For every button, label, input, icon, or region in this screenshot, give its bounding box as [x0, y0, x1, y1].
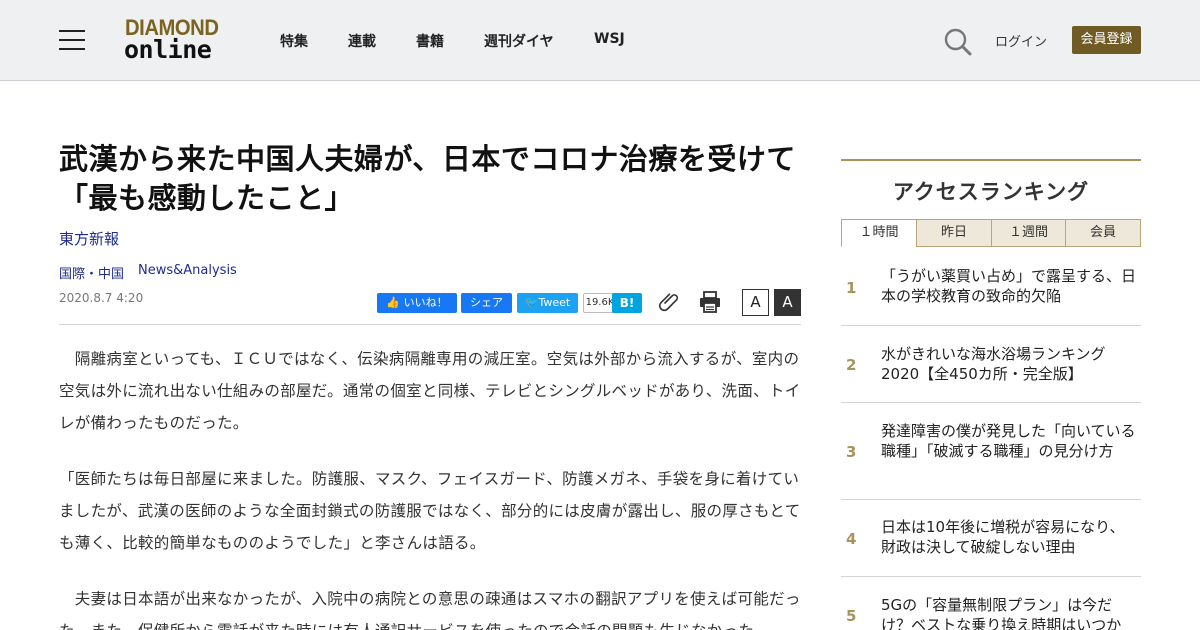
- tweet-label: Tweet: [538, 296, 571, 309]
- ranking-divider: [841, 159, 1141, 161]
- nav-item-wsj[interactable]: WSJ: [594, 31, 625, 47]
- nav-item-weekly-diamond[interactable]: 週刊ダイヤ: [484, 31, 554, 51]
- category-link-international[interactable]: 国際・中国: [59, 263, 124, 282]
- rank-number: 3: [846, 443, 857, 461]
- font-size-large-button[interactable]: A: [774, 289, 801, 316]
- rank-number: 1: [846, 279, 857, 297]
- nav-item-features[interactable]: 特集: [280, 31, 308, 51]
- thumbs-up-icon: 👍: [386, 296, 404, 309]
- ranking-item[interactable]: 2 水がきれいな海水浴場ランキング2020【全450カ所・完全版】: [841, 326, 1141, 403]
- logo-bottom-text: online: [124, 35, 212, 64]
- article-paragraph: 「医師たちは毎日部屋に来ました。防護服、マスク、フェイスガード、防護メガネ、手袋…: [59, 470, 801, 552]
- ranking-item[interactable]: 3 発達障害の僕が発見した「向いている職種」「破滅する職種」の見分け方: [841, 403, 1141, 500]
- register-button[interactable]: 会員登録: [1072, 26, 1141, 54]
- site-header: DIAMOND online 特集 連載 書籍 週刊ダイヤ WSJ ログイン 会…: [0, 0, 1200, 81]
- rank-number: 2: [846, 356, 857, 374]
- font-size-normal-button[interactable]: A: [742, 289, 769, 316]
- search-icon[interactable]: [943, 27, 973, 57]
- tweet-button[interactable]: 🐦Tweet: [517, 293, 578, 313]
- rank-title: 5Gの「容量無制限プラン」は今だけ？ベストな乗り換え時期はいつか: [881, 596, 1122, 630]
- tab-1-week[interactable]: １週間: [991, 219, 1066, 247]
- tab-1-hour[interactable]: １時間: [841, 219, 917, 247]
- menu-icon[interactable]: [59, 29, 85, 51]
- twitter-bird-icon: 🐦: [524, 296, 539, 309]
- facebook-like-button[interactable]: 👍 いいね！: [377, 293, 457, 313]
- ranking-title: アクセスランキング: [892, 180, 1090, 204]
- category-link-news-analysis[interactable]: News&Analysis: [138, 263, 237, 278]
- rank-title: 「うがい薬買い占め」で露呈する、日本の学校教育の致命的欠陥: [881, 267, 1137, 305]
- article-source-link[interactable]: 東方新報: [59, 228, 119, 249]
- article-title: 武漢から来た中国人夫婦が、日本でコロナ治療を受けて「最も感動したこと」: [59, 142, 796, 215]
- ranking-item[interactable]: 5 5Gの「容量無制限プラン」は今だけ？ベストな乗り換え時期はいつか: [841, 577, 1141, 630]
- login-link[interactable]: ログイン: [995, 31, 1047, 50]
- print-icon[interactable]: [698, 290, 722, 314]
- facebook-share-button[interactable]: シェア: [461, 293, 512, 313]
- rank-title: 水がきれいな海水浴場ランキング2020【全450カ所・完全版】: [881, 345, 1106, 383]
- rank-number: 5: [846, 607, 857, 625]
- ranking-item[interactable]: 4 日本は10年後に増税が容易になり、財政は決して破綻しない理由: [841, 500, 1141, 577]
- like-label: いいね！: [403, 296, 448, 309]
- ranking-tabs: １時間 昨日 １週間 会員: [841, 219, 1141, 247]
- site-logo[interactable]: DIAMOND online: [124, 15, 228, 64]
- rank-title: 発達障害の僕が発見した「向いている職種」「破滅する職種」の見分け方: [881, 422, 1136, 460]
- ranking-item[interactable]: 1 「うがい薬買い占め」で露呈する、日本の学校教育の致命的欠陥: [841, 247, 1141, 326]
- article-paragraph: 夫妻は日本語が出来なかったが、入院中の病院との意思の疎通はスマホの翻訳アプリを使…: [59, 590, 801, 630]
- hatena-bookmark-button[interactable]: B!: [612, 293, 642, 313]
- nav-item-books[interactable]: 書籍: [416, 31, 444, 51]
- tab-members[interactable]: 会員: [1065, 219, 1141, 247]
- divider: [59, 324, 801, 325]
- tab-yesterday[interactable]: 昨日: [916, 219, 992, 247]
- article-paragraph: 隔離病室といっても、ＩＣＵではなく、伝染病隔離専用の減圧室。空気は外部から流入す…: [59, 350, 801, 432]
- rank-title: 日本は10年後に増税が容易になり、財政は決して破綻しない理由: [881, 518, 1125, 556]
- paperclip-icon[interactable]: [658, 290, 682, 314]
- nav-item-series[interactable]: 連載: [348, 31, 376, 51]
- rank-number: 4: [846, 530, 857, 548]
- publish-date: 2020.8.7 4:20: [59, 291, 144, 305]
